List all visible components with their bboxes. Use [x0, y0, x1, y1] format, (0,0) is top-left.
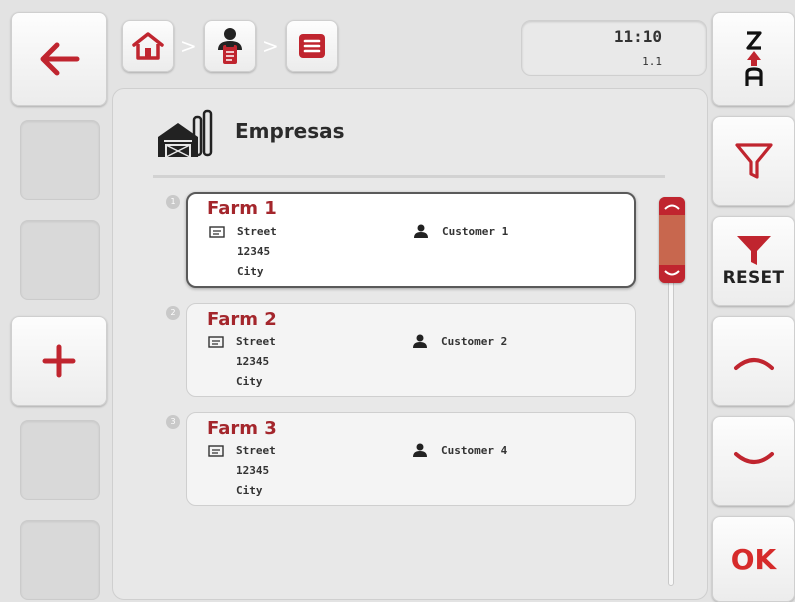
- address-zip: 12345: [237, 245, 271, 258]
- breadcrumb-separator: >: [262, 34, 279, 58]
- scroll-up-button[interactable]: [712, 316, 795, 406]
- person-clipboard-icon: [213, 26, 247, 66]
- chevron-down-icon: [659, 265, 685, 283]
- address-street: Street: [236, 444, 276, 457]
- person-icon: [413, 224, 429, 238]
- version-label: 1.1: [642, 55, 662, 68]
- chevron-up-icon: [732, 350, 776, 372]
- list-item[interactable]: Farm 3 Street 12345 City Customer 4: [186, 412, 636, 506]
- breadcrumb-home-button[interactable]: [122, 20, 174, 72]
- filter-button[interactable]: [712, 116, 795, 206]
- back-button[interactable]: [11, 12, 107, 106]
- empty-slot-button: [20, 520, 100, 600]
- address-street: Street: [236, 335, 276, 348]
- arrow-left-icon: [37, 41, 81, 77]
- farm-name: Farm 3: [207, 418, 277, 439]
- customer-name: Customer 1: [442, 225, 509, 238]
- list-item-number: 3: [166, 415, 180, 429]
- customer-name: Customer 2: [441, 335, 508, 348]
- filter-icon: [734, 141, 774, 181]
- customer-name: Customer 4: [441, 444, 508, 457]
- list-item-number: 2: [166, 306, 180, 320]
- scrollbar-thumb[interactable]: [659, 197, 685, 283]
- address-zip: 12345: [236, 464, 270, 477]
- person-icon: [412, 443, 428, 457]
- breadcrumb-customer-button[interactable]: [204, 20, 256, 72]
- list-item[interactable]: Farm 1 Street 12345 City Customer 1: [186, 192, 636, 288]
- chevron-up-icon: [659, 197, 685, 215]
- empty-slot-button: [20, 420, 100, 500]
- address-card-icon: [208, 445, 224, 457]
- home-icon: [131, 31, 165, 61]
- breadcrumb-separator: >: [180, 34, 197, 58]
- sort-z-a-icon: [742, 29, 766, 89]
- breadcrumb-menu-button[interactable]: [286, 20, 338, 72]
- clock-time: 11:10: [613, 27, 662, 46]
- add-button[interactable]: [11, 316, 107, 406]
- address-zip: 12345: [236, 355, 270, 368]
- person-icon: [412, 334, 428, 348]
- reset-filter-button[interactable]: RESET: [712, 216, 795, 306]
- ok-label: OK: [730, 542, 777, 576]
- scroll-down-button[interactable]: [712, 416, 795, 506]
- address-city: City: [236, 375, 263, 388]
- plus-icon: [41, 343, 77, 379]
- filter-reset-icon: [734, 234, 774, 266]
- address-card-icon: [208, 336, 224, 348]
- farm-name: Farm 2: [207, 309, 277, 330]
- main-panel: Empresas 1 Farm 1 Street 12345 City Cust…: [112, 88, 708, 600]
- status-clock: 11:10 1.1: [521, 20, 707, 76]
- divider: [153, 175, 665, 178]
- reset-label: RESET: [722, 268, 785, 288]
- list-item[interactable]: Farm 2 Street 12345 City Customer 2: [186, 303, 636, 397]
- menu-icon: [299, 34, 325, 58]
- farm-buildings-icon: [156, 107, 216, 159]
- address-card-icon: [209, 226, 225, 238]
- farm-name: Farm 1: [207, 198, 277, 219]
- empty-slot-button: [20, 120, 100, 200]
- address-city: City: [236, 484, 263, 497]
- list-item-number: 1: [166, 195, 180, 209]
- ok-button[interactable]: OK: [712, 516, 795, 602]
- empty-slot-button: [20, 220, 100, 300]
- address-street: Street: [237, 225, 277, 238]
- address-city: City: [237, 265, 264, 278]
- page-title: Empresas: [235, 119, 345, 143]
- sort-button[interactable]: [712, 12, 795, 106]
- chevron-down-icon: [732, 450, 776, 472]
